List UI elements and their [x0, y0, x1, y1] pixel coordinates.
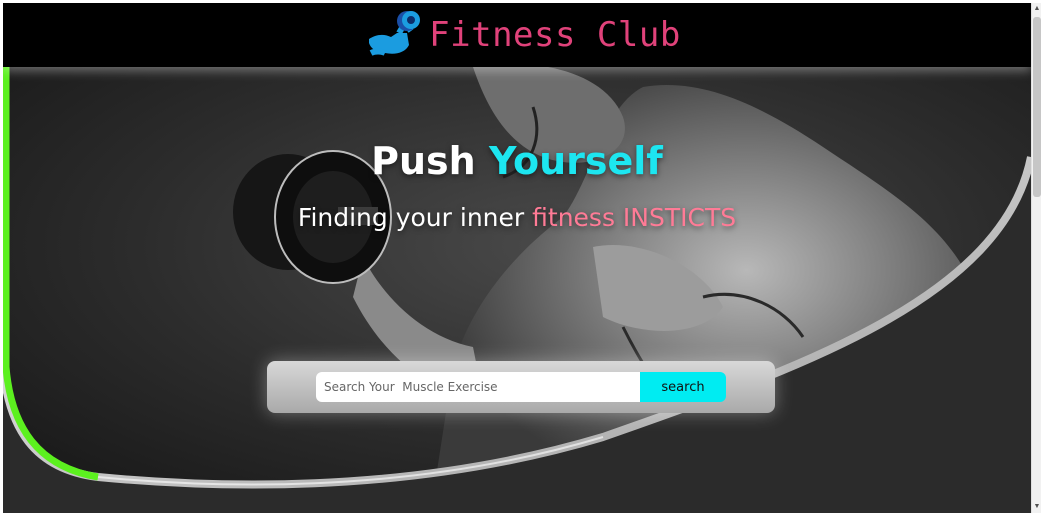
scroll-down-arrow-icon[interactable]: ▼: [1032, 501, 1042, 513]
brand[interactable]: Fitness Club: [365, 9, 681, 61]
brand-title: Fitness Club: [429, 15, 681, 55]
hero-background-image: [3, 67, 1031, 489]
vertical-scrollbar[interactable]: ▲ ▼: [1031, 3, 1041, 513]
site-header: Fitness Club: [3, 3, 1031, 67]
hero-subheadline: Finding your inner fitness INSTICTS: [3, 203, 1031, 232]
search-input[interactable]: [316, 372, 640, 402]
subhead-part-2: fitness INSTICTS: [532, 203, 737, 232]
hero-section: Push Yourself Finding your inner fitness…: [3, 67, 1031, 513]
subhead-part-1: Finding your inner: [297, 203, 525, 232]
headline-part-2: Yourself: [488, 139, 663, 183]
hero-headline: Push Yourself: [3, 139, 1031, 183]
search-button[interactable]: search: [640, 372, 726, 402]
page-frame: Fitness Club Push Yourself Finding your …: [3, 3, 1031, 513]
scrollbar-thumb[interactable]: [1033, 17, 1041, 197]
search-panel: search: [267, 361, 775, 413]
flexed-arm-dumbbell-icon: [369, 11, 421, 56]
headline-part-1: Push: [371, 139, 476, 183]
scroll-up-arrow-icon[interactable]: ▲: [1032, 3, 1042, 15]
